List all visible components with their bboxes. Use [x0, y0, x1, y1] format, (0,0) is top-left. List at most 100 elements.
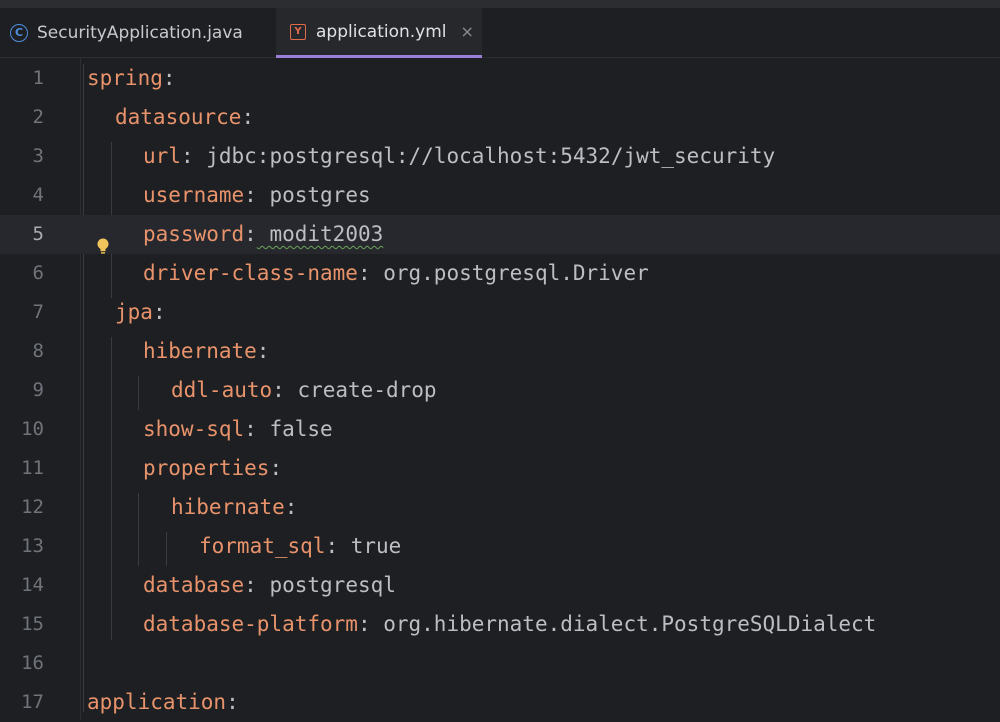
code-text: database: postgresql	[143, 566, 396, 605]
yaml-colon: :	[162, 66, 176, 90]
code-line[interactable]: 2 datasource:	[0, 98, 1000, 137]
yaml-key: jpa	[115, 300, 153, 324]
code-text: database-platform: org.hibernate.dialect…	[143, 605, 876, 644]
code-line[interactable]: 16	[0, 644, 1000, 683]
yaml-key: password	[143, 222, 245, 246]
line-number: 9	[32, 379, 44, 401]
code-line[interactable]: 7 jpa:	[0, 293, 1000, 332]
yaml-colon: :	[357, 612, 371, 636]
code-line[interactable]: 4 username: postgres	[0, 176, 1000, 215]
yaml-key: database-platform	[143, 612, 358, 636]
yaml-colon: :	[256, 339, 270, 363]
yaml-key: hibernate	[171, 495, 285, 519]
line-number: 3	[32, 145, 44, 167]
java-class-icon: C	[10, 24, 28, 42]
code-text: password: modit2003	[143, 215, 383, 254]
code-line[interactable]: 1 spring:	[0, 59, 1000, 98]
yaml-value: true	[338, 534, 402, 558]
code-line[interactable]: 6 driver-class-name: org.postgresql.Drive…	[0, 254, 1000, 293]
yaml-colon: :	[244, 183, 257, 207]
code-editor[interactable]: 1 spring: 2 datasource: 3 url: jdbc:postgresq…	[0, 58, 1000, 720]
yaml-value: org.postgresql.Driver	[370, 261, 649, 285]
tab-security-application-java[interactable]: C SecurityApplication.java	[0, 8, 272, 58]
yaml-key: url	[143, 144, 181, 168]
line-number: 7	[32, 301, 44, 323]
code-text: hibernate:	[171, 488, 297, 527]
line-number: 4	[32, 184, 44, 206]
intention-bulb-icon[interactable]	[96, 237, 110, 257]
yaml-key: ddl-auto	[171, 378, 273, 402]
yaml-value: postgresql	[256, 573, 396, 597]
code-text: driver-class-name: org.postgresql.Driver	[143, 254, 649, 293]
line-number: 16	[21, 652, 44, 674]
yaml-colon: :	[244, 417, 257, 441]
close-tab-icon[interactable]: ×	[461, 22, 474, 41]
code-text: show-sql: false	[143, 410, 333, 449]
code-line[interactable]: 8 hibernate:	[0, 332, 1000, 371]
code-text: hibernate:	[143, 332, 269, 371]
window-top-strip	[0, 0, 1000, 8]
yaml-key: properties	[143, 456, 270, 480]
code-text: format_sql: true	[199, 527, 401, 566]
code-line[interactable]: 5 password: modit2003	[0, 215, 1000, 254]
yaml-key: format_sql	[199, 534, 326, 558]
yaml-value: org.hibernate.dialect.PostgreSQLDialect	[370, 612, 877, 636]
code-text: datasource:	[115, 98, 254, 137]
line-number: 2	[32, 106, 44, 128]
code-line[interactable]: 11 properties:	[0, 449, 1000, 488]
yaml-colon: :	[272, 378, 285, 402]
line-number: 13	[21, 535, 44, 557]
code-line[interactable]: 10 show-sql: false	[0, 410, 1000, 449]
yaml-key: application	[87, 690, 227, 714]
code-line[interactable]: 13 format_sql: true	[0, 527, 1000, 566]
code-line[interactable]: 9 ddl-auto: create-drop	[0, 371, 1000, 410]
yaml-value: false	[256, 417, 333, 441]
code-line[interactable]: 12 hibernate:	[0, 488, 1000, 527]
yaml-value: modit2003	[256, 222, 384, 246]
line-number: 11	[21, 457, 44, 479]
code-text: username: postgres	[143, 176, 371, 215]
yaml-key: username	[143, 183, 245, 207]
yaml-colon: :	[244, 222, 257, 246]
code-text: properties:	[143, 449, 282, 488]
yaml-colon: :	[269, 456, 283, 480]
yaml-colon: :	[284, 495, 298, 519]
line-number: 17	[21, 691, 44, 713]
yaml-colon: :	[152, 300, 166, 324]
line-number: 6	[32, 262, 44, 284]
yaml-key: database	[143, 573, 245, 597]
yaml-key: spring	[87, 66, 163, 90]
code-line[interactable]: 17 application:	[0, 683, 1000, 722]
line-number: 8	[32, 340, 44, 362]
line-number: 10	[21, 418, 44, 440]
tab-label: application.yml	[316, 21, 447, 42]
editor-tab-bar: C SecurityApplication.java Y application…	[0, 8, 1000, 58]
code-text: jpa:	[115, 293, 166, 332]
yaml-value: jdbc:postgresql://localhost:5432/jwt_sec…	[193, 144, 776, 168]
yaml-colon: :	[357, 261, 371, 285]
code-text: application:	[87, 683, 239, 722]
line-number: 12	[21, 496, 44, 518]
line-number: 1	[32, 67, 44, 89]
yaml-value: postgres	[256, 183, 371, 207]
yaml-colon: :	[180, 144, 194, 168]
yaml-colon: :	[244, 573, 257, 597]
yaml-key: show-sql	[143, 417, 245, 441]
line-number: 14	[21, 574, 44, 596]
code-text: url: jdbc:postgresql://localhost:5432/jw…	[143, 137, 775, 176]
yaml-colon: :	[241, 105, 255, 129]
code-text: spring:	[87, 59, 176, 98]
line-number: 15	[21, 613, 44, 635]
tab-application-yml[interactable]: Y application.yml ×	[276, 8, 482, 58]
yaml-colon: :	[226, 690, 239, 714]
yaml-key: hibernate	[143, 339, 257, 363]
code-line[interactable]: 14 database: postgresql	[0, 566, 1000, 605]
yaml-colon: :	[325, 534, 339, 558]
code-text: ddl-auto: create-drop	[171, 371, 437, 410]
code-line[interactable]: 15 database-platform: org.hibernate.diale…	[0, 605, 1000, 644]
yaml-file-icon: Y	[290, 23, 306, 40]
code-line[interactable]: 3 url: jdbc:postgresql://localhost:5432/j…	[0, 137, 1000, 176]
line-number: 5	[32, 223, 44, 245]
tab-label: SecurityApplication.java	[37, 23, 243, 43]
yaml-value: create-drop	[284, 378, 437, 402]
